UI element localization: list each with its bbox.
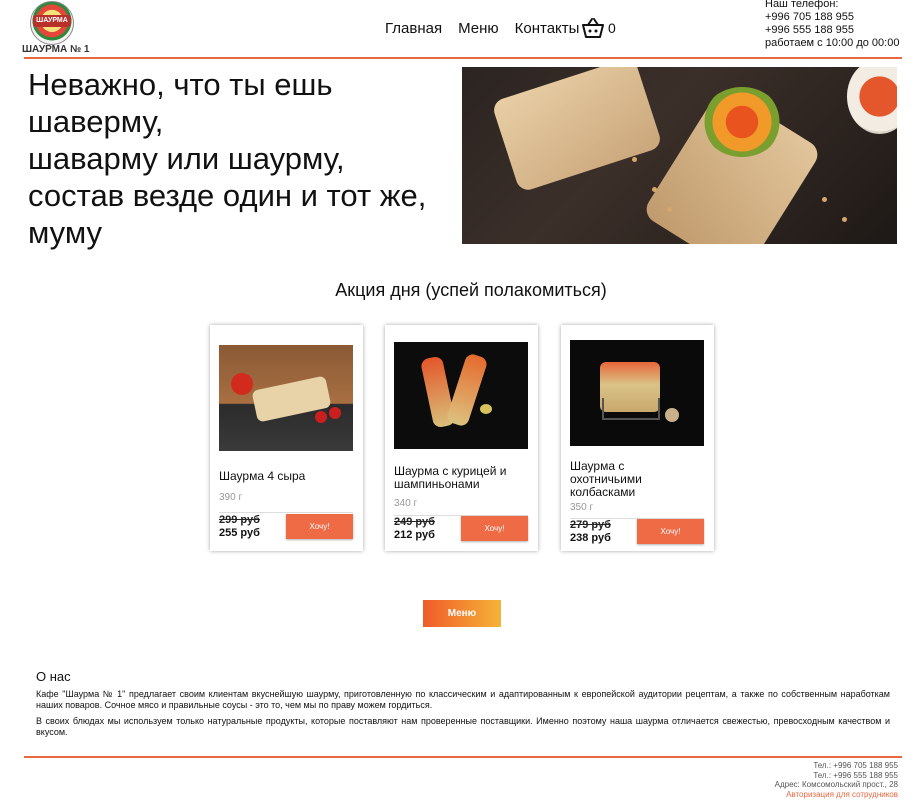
logo[interactable]: ШАУРМА ШАУРМА № 1 <box>22 0 90 56</box>
want-button[interactable]: Хочу! <box>637 519 704 544</box>
menu-button[interactable]: Меню <box>423 600 501 627</box>
product-new-price: 212 руб <box>394 529 435 541</box>
hero-spice <box>667 207 672 212</box>
product-card: Шаурма с охотничьими колбасками 350 г 27… <box>561 325 714 551</box>
product-old-price: 249 руб <box>394 516 435 528</box>
hero-title: Неважно, что ты ешь шаверму, шаварму или… <box>28 66 458 251</box>
cart-count: 0 <box>608 20 616 36</box>
product-name: Шаурма с охотничьими колбасками <box>570 460 706 499</box>
product-divider <box>219 512 353 513</box>
contacts-phone-2[interactable]: +996 555 188 955 <box>765 24 899 37</box>
hero-wrap-1 <box>490 67 664 193</box>
contacts-label: Наш телефон: <box>765 0 839 10</box>
product-new-price: 238 руб <box>570 532 611 544</box>
product-image <box>219 345 353 451</box>
contacts-hours: работаем с 10:00 до 00:00 <box>765 37 900 49</box>
want-button[interactable]: Хочу! <box>286 514 353 539</box>
footer-info: Тел.: +996 705 188 955 Тел.: +996 555 18… <box>775 761 898 799</box>
basket-icon <box>582 18 604 38</box>
product-old-price: 279 руб <box>570 519 611 531</box>
footer-phone-2[interactable]: Тел.: +996 555 188 955 <box>775 771 898 781</box>
staff-login-link[interactable]: Авторизация для сотрудников <box>775 790 898 800</box>
hero-title-line: состав везде один и тот же, <box>28 178 427 213</box>
nav-link-home[interactable]: Главная <box>385 20 442 37</box>
hero-title-line: муму <box>28 215 102 250</box>
product-old-price: 299 руб <box>219 514 260 526</box>
product-name-line: шампиньонами <box>394 477 480 491</box>
product-weight: 350 г <box>570 502 594 513</box>
nav-link-contacts[interactable]: Контакты <box>515 20 580 37</box>
hero-image <box>462 67 897 244</box>
nav-link-menu[interactable]: Меню <box>458 20 499 37</box>
product-card: Шаурма 4 сыра 390 г 299 руб 255 руб Хочу… <box>210 325 363 551</box>
hero-title-line: шаверму, <box>28 104 164 139</box>
hero-title-line: Неважно, что ты ешь <box>28 67 333 102</box>
product-image <box>394 342 528 449</box>
product-name-line: Шаурма с курицей и <box>394 464 507 478</box>
product-card: Шаурма с курицей и шампиньонами 340 г 24… <box>385 325 538 551</box>
header-contacts: Наш телефон: +996 705 188 955 +996 555 1… <box>765 0 899 50</box>
hero-title-line: шаварму или шаурму, <box>28 141 345 176</box>
site-header: ШАУРМА ШАУРМА № 1 Главная Меню Контакты … <box>0 0 914 58</box>
product-weight: 340 г <box>394 498 418 509</box>
about-paragraph: Кафе "Шаурма № 1" предлагает своим клиен… <box>36 689 890 710</box>
footer-divider <box>24 756 902 758</box>
product-new-price: 255 руб <box>219 527 260 539</box>
want-button[interactable]: Хочу! <box>461 516 528 541</box>
promo-title: Акция дня (успей полакомиться) <box>335 280 607 300</box>
product-name: Шаурма 4 сыра <box>219 470 355 483</box>
hero-spice <box>652 187 657 192</box>
header-divider <box>24 57 902 59</box>
main-nav: Главная Меню Контакты <box>385 20 579 37</box>
contacts-phone-1[interactable]: +996 705 188 955 <box>765 11 899 24</box>
logo-caption: ШАУРМА № 1 <box>22 44 90 55</box>
footer-phone-1[interactable]: Тел.: +996 705 188 955 <box>775 761 898 771</box>
hero-spice <box>822 197 827 202</box>
hero-filling <box>702 87 782 157</box>
about-paragraph: В своих блюдах мы используем только нату… <box>36 716 890 737</box>
about-title: О нас <box>36 669 71 684</box>
product-name-line: колбасками <box>570 485 636 499</box>
product-image <box>570 340 704 446</box>
hero-spice <box>842 217 847 222</box>
cart-button[interactable]: 0 <box>581 17 616 39</box>
product-weight: 390 г <box>219 492 243 503</box>
footer-address: Адрес: Комсомольский прост., 28 <box>774 780 898 789</box>
product-name-line: Шаурма 4 сыра <box>219 469 306 483</box>
hero-bowl <box>847 67 897 134</box>
hero-spice <box>632 157 637 162</box>
logo-badge: ШАУРМА <box>33 15 71 27</box>
product-name: Шаурма с курицей и шампиньонами <box>394 465 530 491</box>
product-name-line: охотничьими <box>570 472 642 486</box>
product-name-line: Шаурма с <box>570 459 625 473</box>
